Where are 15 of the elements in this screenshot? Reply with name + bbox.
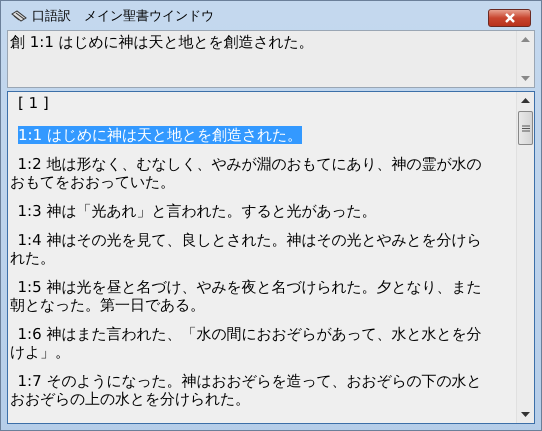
- book-icon: [11, 10, 27, 22]
- close-icon[interactable]: [504, 12, 516, 22]
- scroll-down-icon[interactable]: [521, 412, 530, 417]
- verse-reference: 創 1:1 はじめに神は天と地とを創造された。: [10, 33, 315, 51]
- verse-text[interactable]: 1:3 神は「光あれ」と言われた。すると光があった。: [10, 202, 376, 220]
- chapter-heading: [ 1 ]: [17, 94, 50, 112]
- close-button[interactable]: [488, 8, 531, 26]
- window-title: 口語訳 メイン聖書ウインドウ: [32, 8, 215, 24]
- verse-text[interactable]: 1:6 神はまた言われた、「水の間におおぞらがあって、水と水とを分けよ」。: [10, 325, 492, 361]
- verse-text[interactable]: 1:2 地は形なく、むなしく、やみが淵のおもてにあり、神の霊が水のおもてをおおっていた。: [10, 155, 492, 191]
- verse-text[interactable]: 1:5 神は光を昼と名づけ、やみを夜と名づけられた。夕となり、また朝となった。第一日である。: [10, 278, 492, 314]
- scrollbar-thumb[interactable]: [518, 111, 533, 145]
- scroll-up-icon[interactable]: [521, 98, 530, 103]
- verse-text[interactable]: 1:4 神はその光を見て、良しとされた。神はその光とやみとを分けられた。: [10, 231, 492, 267]
- verse-text[interactable]: 1:7 そのようになった。神はおおぞらを造って、おおぞらの下の水とおおぞらの上の水とを分けられた。: [10, 372, 492, 408]
